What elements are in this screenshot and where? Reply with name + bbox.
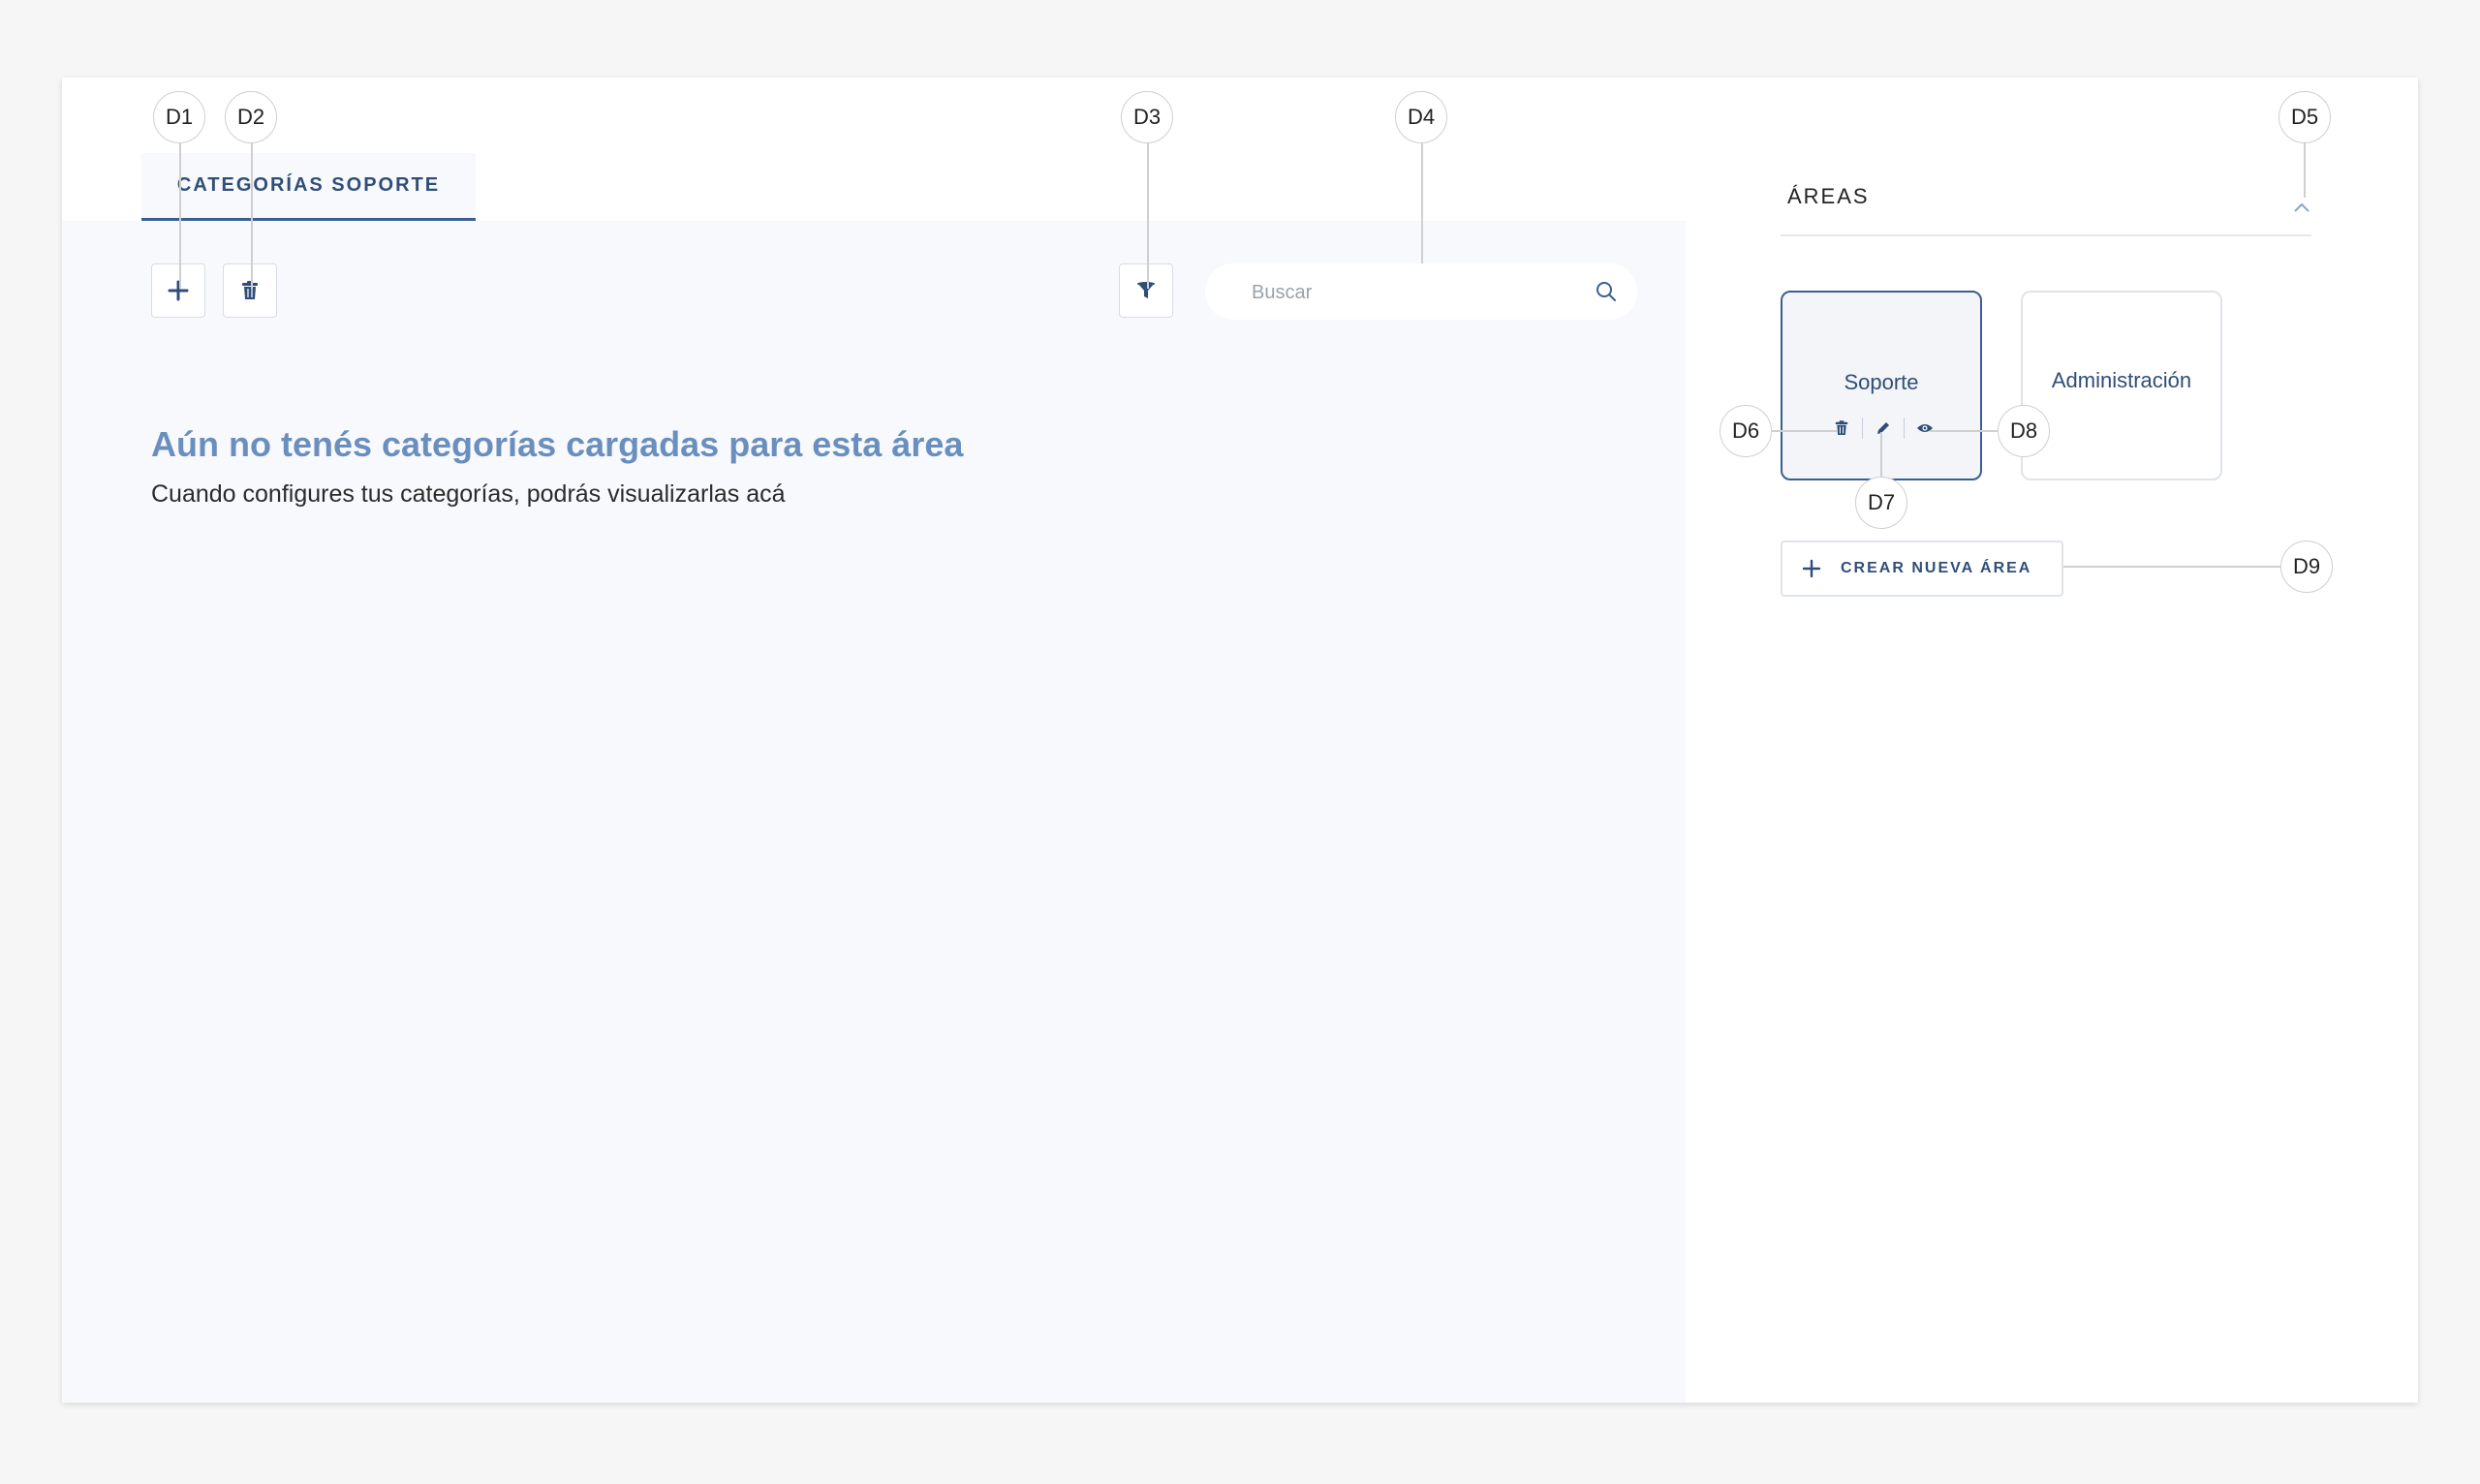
eye-icon [1916,424,1933,432]
empty-state-subtitle: Cuando configures tus categorías, podrás… [151,480,786,508]
search-icon[interactable] [1595,280,1618,308]
action-separator [1904,417,1905,439]
callout-d1: D1 [153,91,205,143]
areas-divider [1781,234,2311,236]
chevron-up-icon [2294,202,2310,212]
add-category-button[interactable] [151,263,205,318]
plus-icon [168,280,189,301]
action-separator [1862,417,1863,439]
trash-icon [1835,420,1848,435]
tab-categorias-soporte[interactable]: CATEGORÍAS SOPORTE [141,153,476,221]
search-input[interactable] [1250,277,1573,308]
callout-d2: D2 [225,91,277,143]
filter-button[interactable] [1119,263,1173,318]
delete-area-button[interactable] [1831,418,1852,438]
areas-title: ÁREAS [1787,184,1870,208]
tab-label: CATEGORÍAS SOPORTE [176,174,441,196]
area-card-actions [1831,417,1936,439]
create-area-button[interactable]: CREAR NUEVA ÁREA [1781,541,2063,597]
delete-category-button[interactable] [223,263,277,318]
filter-icon [1137,282,1155,298]
create-area-label: CREAR NUEVA ÁREA [1841,560,2032,576]
callout-leader-d7 [1880,432,1882,477]
callout-leader-d1 [179,143,181,289]
app-window: CATEGORÍAS SOPORTE Aún no tenés categorí [62,77,2418,1403]
categories-panel [62,221,1686,1403]
callout-leader-d4 [1421,143,1423,263]
plus-icon [1802,559,1821,578]
callout-d9: D9 [2280,541,2333,593]
area-card-name: Administración [2051,368,2192,392]
callout-leader-d9 [2063,566,2280,568]
callout-d5: D5 [2278,91,2331,143]
area-card-administracion[interactable]: Administración [2021,291,2222,480]
empty-state-title: Aún no tenés categorías cargadas para es… [151,424,964,464]
area-card-name: Soporte [1844,370,1919,394]
callout-d7: D7 [1855,477,1907,529]
callout-leader-d2 [251,143,253,289]
callout-d4: D4 [1395,91,1447,143]
collapse-areas-button[interactable] [2290,198,2313,217]
pencil-icon [1876,422,1889,434]
trash-icon [242,281,258,299]
view-area-button[interactable] [1914,418,1936,438]
callout-leader-d3 [1147,143,1149,289]
search-box [1205,263,1637,320]
callout-leader-d8 [1930,430,1998,432]
callout-leader-d5 [2304,143,2306,198]
callout-d3: D3 [1121,91,1173,143]
callout-d8: D8 [1998,405,2050,457]
callout-leader-d6 [1772,430,1838,432]
callout-d6: D6 [1720,405,1772,457]
edit-area-button[interactable] [1873,418,1894,438]
